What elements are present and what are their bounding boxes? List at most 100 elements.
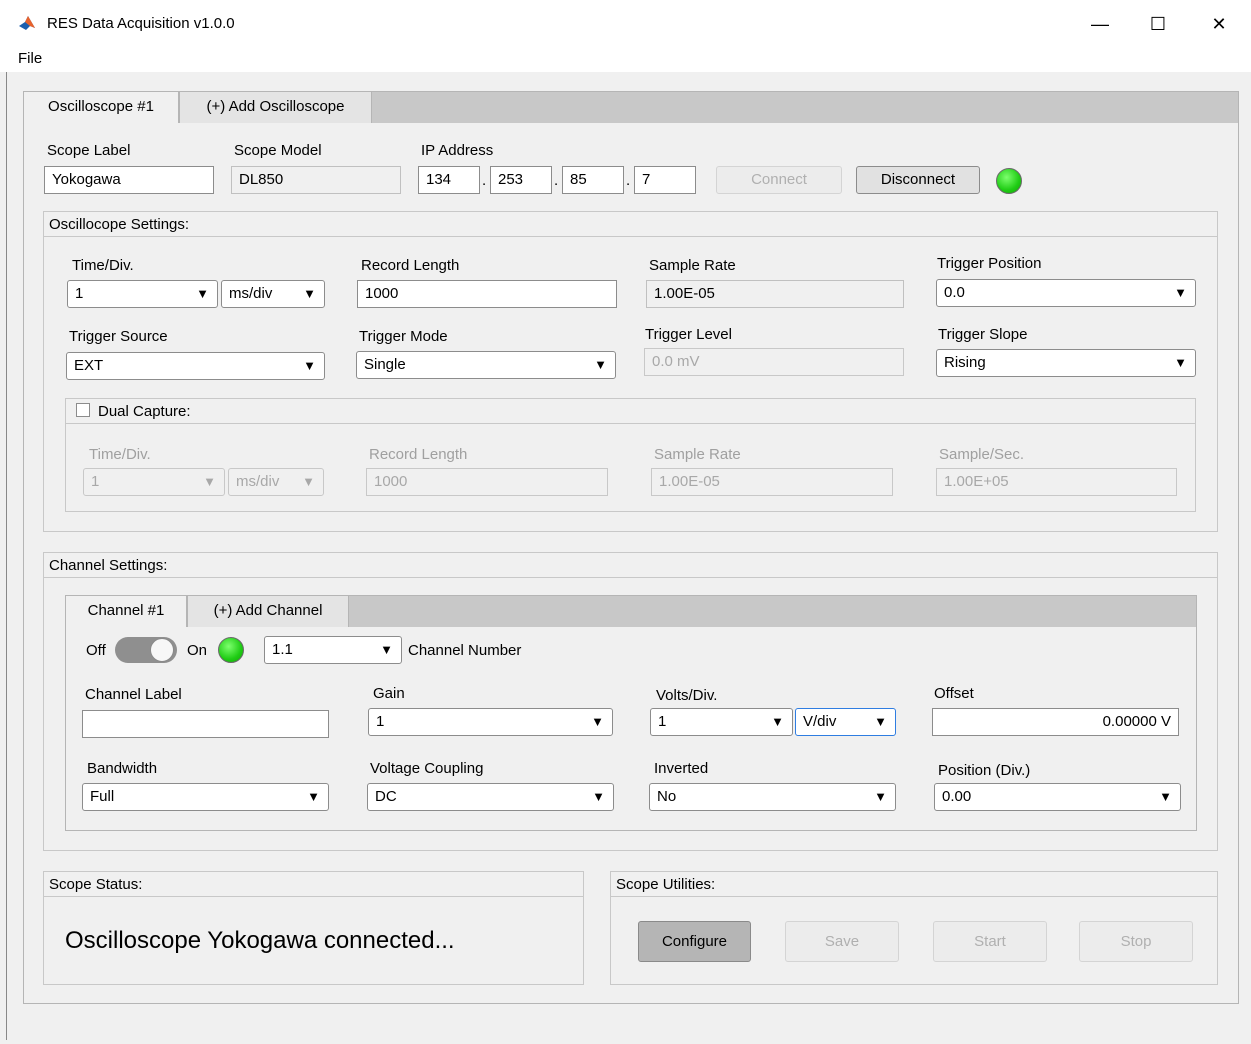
trigger-source-label: Trigger Source	[69, 328, 168, 345]
volts-div-value: 1	[658, 713, 667, 730]
ip-octet-1-input[interactable]: 134	[418, 166, 480, 194]
ip-address-label: IP Address	[421, 142, 494, 159]
time-div-value: 1	[75, 285, 84, 302]
ip-octet-4-input[interactable]: 7	[634, 166, 696, 194]
scope-model-label: Scope Model	[234, 142, 322, 159]
channel-number-select[interactable]: 1.1 ▼	[264, 636, 402, 664]
ip-separator: .	[554, 172, 559, 189]
maximize-button[interactable]: ☐	[1135, 8, 1181, 40]
scope-model-field: DL850	[231, 166, 401, 194]
inverted-label: Inverted	[654, 760, 709, 777]
channel-number-label: Channel Number	[408, 642, 522, 659]
tab-channel-1[interactable]: Channel #1	[65, 595, 187, 627]
chevron-down-icon: ▼	[771, 714, 784, 729]
time-div-unit-select[interactable]: ms/div ▼	[221, 280, 325, 308]
sample-rate-label: Sample Rate	[649, 257, 736, 274]
voltage-coupling-value: DC	[375, 788, 397, 805]
volts-div-label: Volts/Div.	[656, 687, 718, 704]
channel-label-input[interactable]	[82, 710, 329, 738]
volts-div-select[interactable]: 1 ▼	[650, 708, 793, 736]
window-title: RES Data Acquisition v1.0.0	[47, 15, 235, 32]
chevron-down-icon: ▼	[303, 286, 316, 301]
toggle-knob	[150, 638, 174, 662]
chevron-down-icon: ▼	[303, 358, 316, 373]
trigger-position-select[interactable]: 0.0 ▼	[936, 279, 1196, 307]
trigger-position-value: 0.0	[944, 284, 965, 301]
dual-time-div-value: 1	[91, 473, 100, 490]
time-div-label: Time/Div.	[72, 257, 134, 274]
oscilloscope-settings-title: Oscillocope Settings:	[44, 212, 1217, 237]
sample-rate-field: 1.00E-05	[646, 280, 904, 308]
volts-div-unit-value: V/div	[803, 713, 837, 730]
dual-sample-sec-field: 1.00E+05	[936, 468, 1177, 496]
connect-button[interactable]: Connect	[716, 166, 842, 194]
trigger-mode-value: Single	[364, 356, 406, 373]
start-button[interactable]: Start	[933, 921, 1047, 962]
position-label: Position (Div.)	[938, 762, 1031, 779]
trigger-slope-select[interactable]: Rising ▼	[936, 349, 1196, 377]
trigger-level-input[interactable]: 0.0 mV	[644, 348, 904, 376]
channel-on-off-toggle[interactable]	[115, 637, 177, 663]
scope-status-message: Oscilloscope Yokogawa connected...	[65, 927, 455, 954]
channel-label-label: Channel Label	[85, 686, 182, 703]
gain-select[interactable]: 1 ▼	[368, 708, 613, 736]
matlab-app-icon	[18, 14, 36, 32]
inverted-select[interactable]: No ▼	[649, 783, 896, 811]
dual-time-div-select[interactable]: 1 ▼	[83, 468, 225, 496]
dual-time-div-label: Time/Div.	[89, 446, 151, 463]
chevron-down-icon: ▼	[594, 357, 607, 372]
dual-time-div-unit-value: ms/div	[236, 473, 280, 490]
menu-bar	[0, 46, 1251, 72]
dual-capture-checkbox[interactable]	[76, 403, 90, 417]
menu-file[interactable]: File	[18, 50, 42, 67]
dual-sample-rate-field: 1.00E-05	[651, 468, 893, 496]
time-div-select[interactable]: 1 ▼	[67, 280, 218, 308]
channel-settings-title: Channel Settings:	[44, 553, 1217, 578]
tab-add-channel[interactable]: (+) Add Channel	[187, 595, 349, 627]
ip-octet-3-input[interactable]: 85	[562, 166, 624, 194]
dual-time-div-unit-select[interactable]: ms/div ▼	[228, 468, 324, 496]
chevron-down-icon: ▼	[380, 642, 393, 657]
bandwidth-label: Bandwidth	[87, 760, 158, 777]
scope-utilities-title: Scope Utilities:	[611, 872, 1217, 897]
chevron-down-icon: ▼	[302, 474, 315, 489]
tab-oscilloscope-1[interactable]: Oscilloscope #1	[23, 91, 179, 123]
chevron-down-icon: ▼	[591, 714, 604, 729]
volts-div-unit-select[interactable]: V/div ▼	[795, 708, 896, 736]
dual-record-length-input[interactable]: 1000	[366, 468, 608, 496]
ip-separator: .	[626, 172, 631, 189]
record-length-input[interactable]: 1000	[357, 280, 617, 308]
save-button[interactable]: Save	[785, 921, 899, 962]
stop-button[interactable]: Stop	[1079, 921, 1193, 962]
gain-value: 1	[376, 713, 385, 730]
bandwidth-select[interactable]: Full ▼	[82, 783, 329, 811]
channel-number-value: 1.1	[272, 641, 293, 658]
channel-off-label: Off	[86, 642, 106, 659]
trigger-mode-label: Trigger Mode	[359, 328, 448, 345]
offset-input[interactable]: 0.00000 V	[932, 708, 1179, 736]
trigger-level-label: Trigger Level	[645, 326, 732, 343]
trigger-mode-select[interactable]: Single ▼	[356, 351, 616, 379]
chevron-down-icon: ▼	[874, 789, 887, 804]
chevron-down-icon: ▼	[874, 714, 887, 729]
chevron-down-icon: ▼	[307, 789, 320, 804]
ip-octet-2-input[interactable]: 253	[490, 166, 552, 194]
trigger-slope-value: Rising	[944, 354, 986, 371]
voltage-coupling-label: Voltage Coupling	[370, 760, 484, 777]
trigger-source-select[interactable]: EXT ▼	[66, 352, 325, 380]
minimize-button[interactable]: —	[1077, 8, 1123, 40]
voltage-coupling-select[interactable]: DC ▼	[367, 783, 614, 811]
configure-button[interactable]: Configure	[638, 921, 751, 962]
chevron-down-icon: ▼	[1174, 285, 1187, 300]
close-button[interactable]: ✕	[1196, 8, 1242, 40]
bandwidth-value: Full	[90, 788, 115, 805]
ip-separator: .	[482, 172, 487, 189]
tab-add-oscilloscope[interactable]: (+) Add Oscilloscope	[179, 91, 372, 123]
time-div-unit-value: ms/div	[229, 285, 273, 302]
scope-label-input[interactable]: Yokogawa	[44, 166, 214, 194]
disconnect-button[interactable]: Disconnect	[856, 166, 980, 194]
position-select[interactable]: 0.00 ▼	[934, 783, 1181, 811]
trigger-slope-label: Trigger Slope	[938, 326, 1028, 343]
position-value: 0.00	[942, 788, 972, 805]
trigger-source-value: EXT	[74, 357, 104, 374]
